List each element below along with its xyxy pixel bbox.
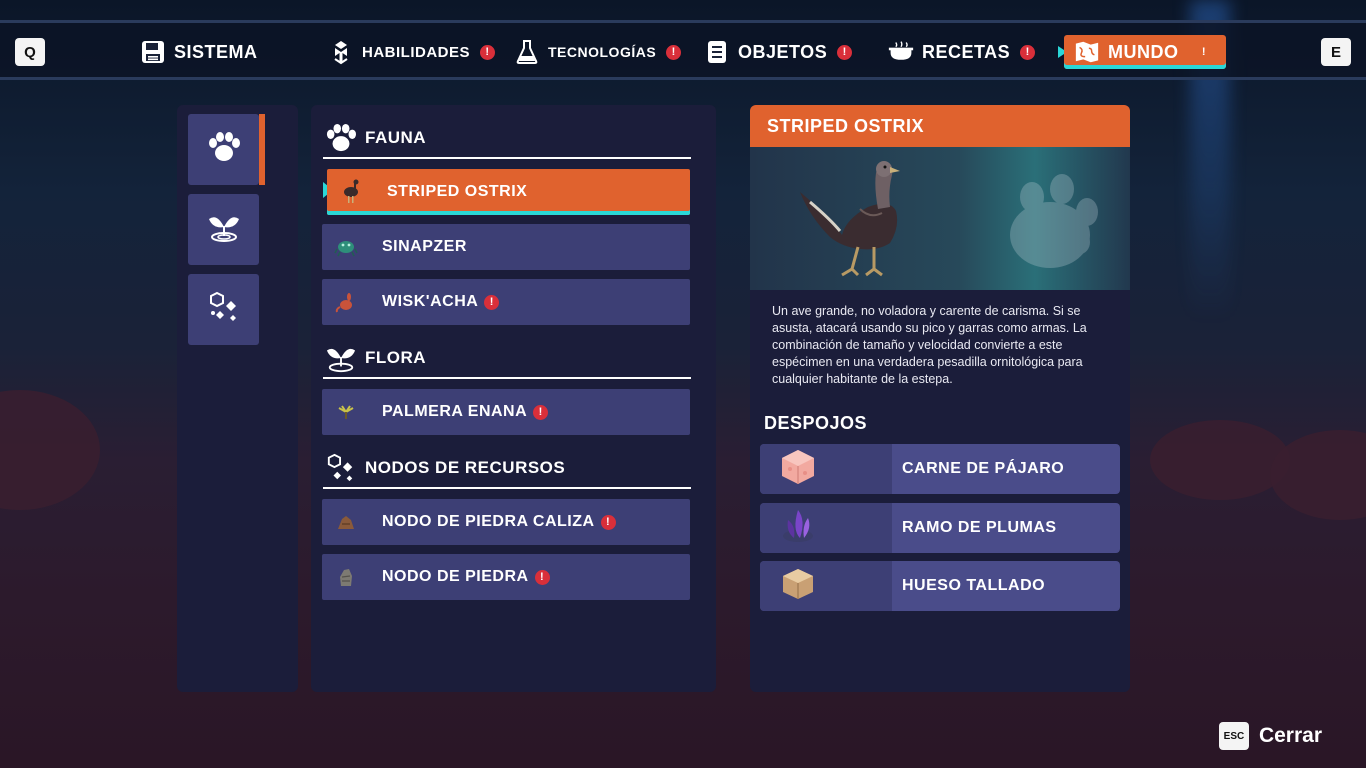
list-item-label: NODO DE PIEDRA !: [382, 568, 550, 586]
list-item-nodo-piedra-caliza[interactable]: NODO DE PIEDRA CALIZA !: [322, 499, 690, 545]
striped-ostrix-illustration: [800, 161, 1098, 277]
bone-cube-icon: [778, 564, 818, 609]
loot-row-hueso-tallado[interactable]: HUESO TALLADO: [760, 561, 1120, 611]
skill-tree-icon: [328, 39, 354, 65]
section-title: NODOS DE RECURSOS: [365, 458, 566, 477]
list-item-nodo-piedra[interactable]: NODO DE PIEDRA !: [322, 554, 690, 600]
category-panel: [177, 105, 298, 692]
item-name: SINAPZER: [382, 238, 467, 255]
alert-badge: !: [600, 514, 616, 530]
item-name: PALMERA ENANA: [382, 403, 528, 420]
crystal-nodes-icon: [323, 450, 359, 486]
palm-icon: [322, 389, 370, 435]
category-resource-nodes-button[interactable]: [188, 274, 259, 345]
map-icon: [1074, 39, 1100, 65]
sprout-icon: [207, 211, 241, 248]
loot-row-ramo-de-plumas[interactable]: RAMO DE PLUMAS: [760, 503, 1120, 553]
flask-icon: [514, 39, 540, 65]
background-hill: [1150, 420, 1290, 500]
tab-habilidades[interactable]: HABILIDADES !: [328, 35, 496, 69]
category-fauna-button[interactable]: [188, 114, 265, 185]
list-item-striped-ostrix[interactable]: STRIPED OSTRIX: [327, 169, 690, 215]
ostrich-icon: [327, 169, 375, 215]
alert-badge: !: [1020, 44, 1036, 60]
section-header-fauna: FAUNA: [323, 119, 691, 159]
tab-label: TECNOLOGÍAS: [548, 44, 657, 60]
alert-badge: !: [480, 44, 496, 60]
list-item-label: STRIPED OSTRIX: [387, 183, 527, 201]
item-name: NODO DE PIEDRA CALIZA: [382, 513, 595, 530]
close-label: Cerrar: [1258, 724, 1322, 747]
paw-icon: [207, 131, 241, 168]
alert-badge: !: [666, 44, 682, 60]
limestone-icon: [322, 499, 370, 545]
item-name: STRIPED OSTRIX: [387, 183, 528, 200]
crab-icon: [322, 224, 370, 270]
feathers-icon: [778, 506, 818, 551]
loot-row-carne-de-pajaro[interactable]: CARNE DE PÁJARO: [760, 444, 1120, 494]
alert-badge: !: [1201, 46, 1207, 58]
list-icon: [704, 39, 730, 65]
loot-thumb: [760, 561, 892, 611]
creature-description: Un ave grande, no voladora y carente de …: [772, 304, 1087, 386]
sprout-icon: [323, 340, 359, 376]
list-item-label: NODO DE PIEDRA CALIZA !: [382, 513, 616, 531]
loot-header: DESPOJOS: [764, 413, 868, 433]
alert-badge: !: [837, 44, 853, 60]
tab-mundo[interactable]: MUNDO !: [1064, 35, 1226, 69]
rodent-icon: [322, 279, 370, 325]
list-item-label: PALMERA ENANA !: [382, 403, 549, 421]
tab-label: MUNDO: [1108, 41, 1179, 62]
section-header-resource-nodes: NODOS DE RECURSOS: [323, 449, 691, 489]
meat-cube-icon: [778, 447, 818, 492]
background-hill: [0, 390, 100, 510]
alert-badge: !: [484, 294, 500, 310]
section-header-flora: FLORA: [323, 339, 691, 379]
alert-badge: !: [533, 404, 549, 420]
list-item-wiskacha[interactable]: WISK'ACHA !: [322, 279, 690, 325]
alert-badge: !: [534, 569, 550, 585]
list-item-sinapzer[interactable]: SINAPZER: [322, 224, 690, 270]
crystal-nodes-icon: [207, 291, 241, 328]
loot-label: HUESO TALLADO: [902, 577, 1046, 594]
list-item-palmera-enana[interactable]: PALMERA ENANA !: [322, 389, 690, 435]
tab-label: OBJETOS: [738, 41, 828, 62]
close-button[interactable]: ESC Cerrar: [1218, 722, 1322, 750]
section-title: FAUNA: [365, 128, 427, 147]
tab-label: HABILIDADES: [362, 43, 471, 61]
tab-label: SISTEMA: [174, 41, 258, 62]
cooking-pot-icon: [888, 39, 914, 65]
save-icon: [140, 39, 166, 65]
item-name: NODO DE PIEDRA: [382, 568, 529, 585]
tab-recetas[interactable]: RECETAS !: [888, 35, 1036, 69]
prev-tab-key[interactable]: Q: [15, 38, 45, 66]
tab-sistema[interactable]: SISTEMA: [140, 35, 258, 69]
loot-label: CARNE DE PÁJARO: [902, 460, 1065, 477]
section-title: FLORA: [365, 348, 427, 367]
loot-label: RAMO DE PLUMAS: [902, 519, 1057, 536]
category-flora-button[interactable]: [188, 194, 259, 265]
entries-list-panel: FAUNA STRIPED OSTRIX SINAPZER WISK'ACHA …: [311, 105, 716, 692]
tab-objetos[interactable]: OBJETOS !: [704, 35, 853, 69]
stone-icon: [322, 554, 370, 600]
loot-thumb: [760, 444, 892, 494]
top-navigation-bar: Q SISTEMA HABILIDADES ! TECNOLOGÍAS ! OB…: [0, 20, 1366, 80]
list-item-label: SINAPZER: [382, 238, 467, 256]
creature-portrait: [750, 147, 1130, 290]
tab-tecnologias[interactable]: TECNOLOGÍAS !: [514, 35, 682, 69]
detail-panel: STRIPED OSTRIX Un ave grande, no volador…: [750, 105, 1130, 692]
tab-label: RECETAS: [922, 41, 1011, 62]
next-tab-key[interactable]: E: [1321, 38, 1351, 66]
item-name: WISK'ACHA: [382, 293, 479, 310]
esc-key: ESC: [1218, 722, 1249, 750]
list-item-label: WISK'ACHA !: [382, 293, 500, 311]
loot-thumb: [760, 503, 892, 553]
paw-icon: [323, 120, 359, 156]
detail-title: STRIPED OSTRIX: [750, 105, 1130, 147]
